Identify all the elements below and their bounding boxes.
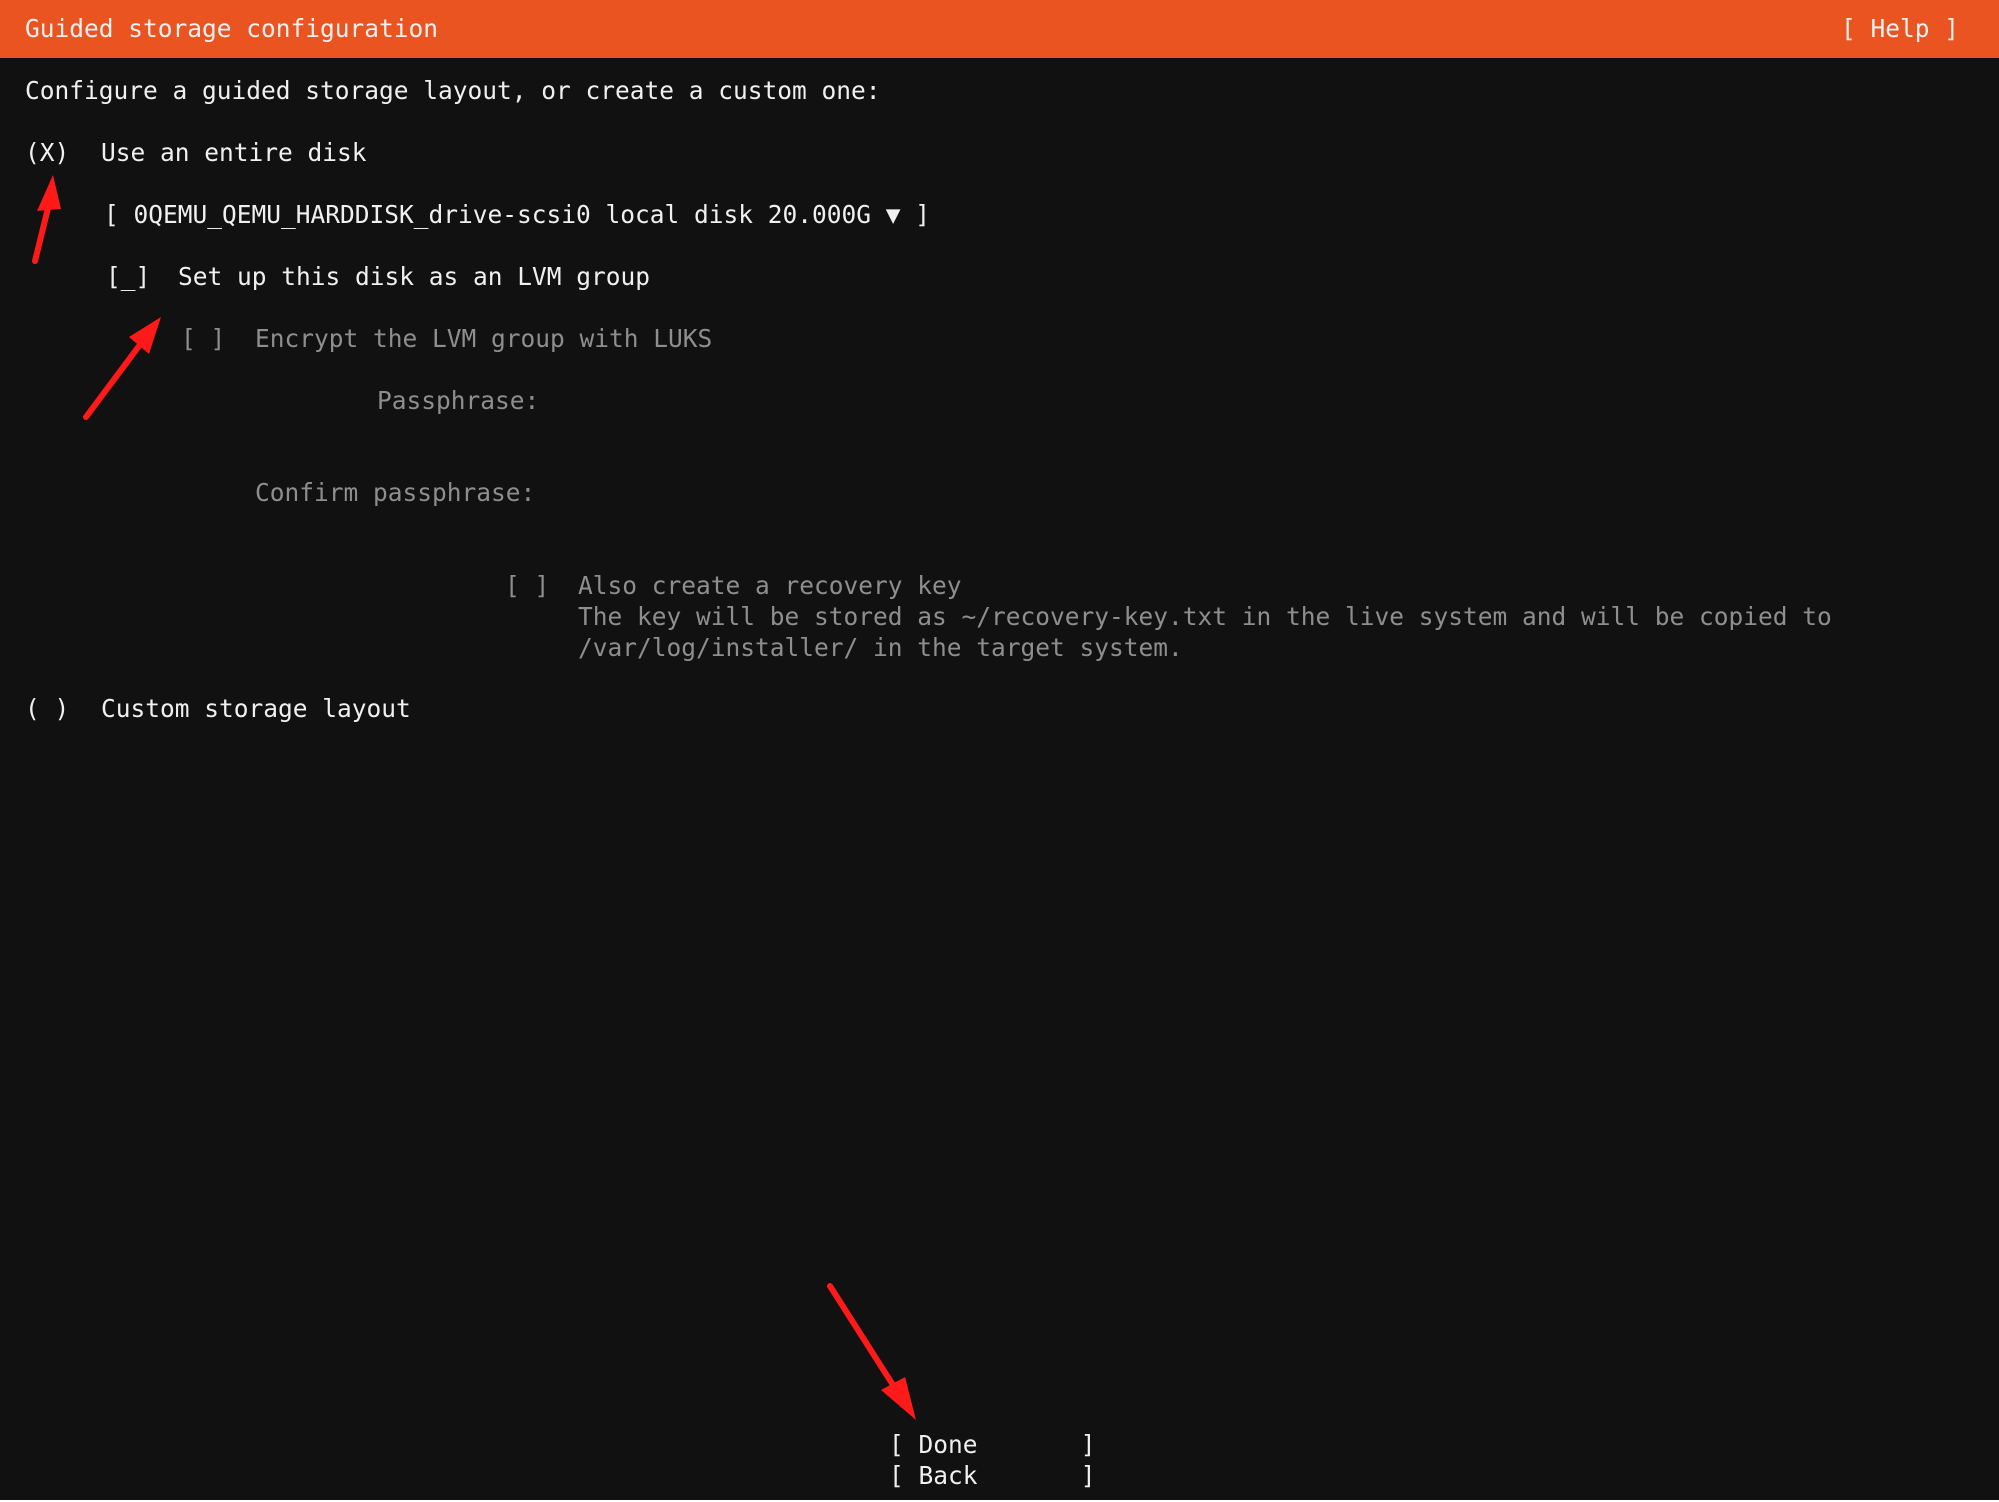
installer-screen: Guided storage configuration [ Help ] Co… [0,0,1999,1500]
arrow-to-lvm-checkbox [83,317,161,420]
arrow-to-entire-disk-radio [32,175,61,264]
annotation-arrows [32,175,916,1420]
arrow-to-done-button [827,1283,916,1420]
